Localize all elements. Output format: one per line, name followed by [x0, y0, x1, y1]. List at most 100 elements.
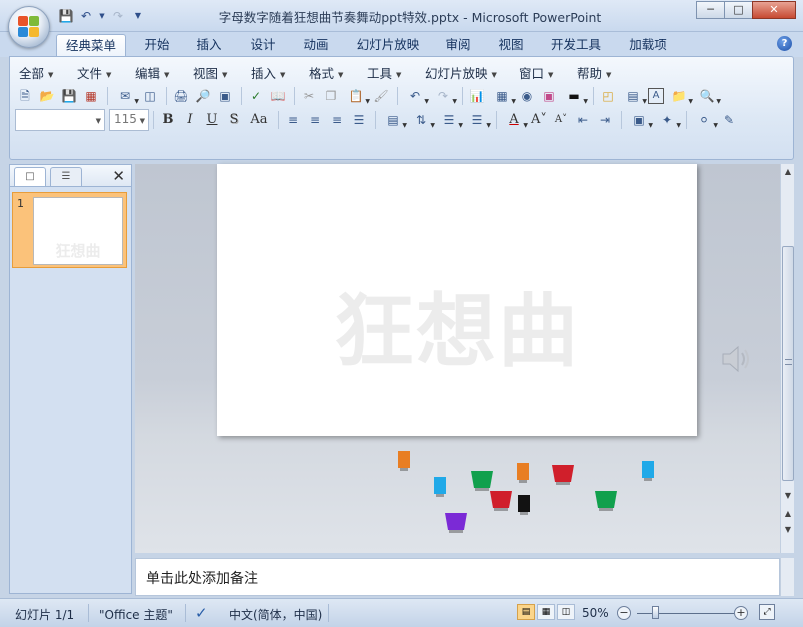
- align-right-icon[interactable]: ≡: [327, 110, 347, 130]
- close-button[interactable]: ✕: [752, 1, 796, 19]
- grow-font-icon[interactable]: A˅: [529, 110, 549, 130]
- font-name-combo[interactable]: ▼: [15, 109, 105, 131]
- tab-view[interactable]: 视图: [490, 34, 532, 57]
- tab-addins[interactable]: 加载项: [622, 34, 674, 57]
- undo-icon[interactable]: ↶ ▼: [402, 86, 429, 106]
- align-center-icon[interactable]: ≡: [305, 110, 325, 130]
- tab-classic-menu[interactable]: 经典菜单: [56, 34, 126, 57]
- menu-help[interactable]: 帮助 ▼: [577, 63, 611, 82]
- orange-cup-shape[interactable]: [397, 450, 411, 472]
- copy-icon[interactable]: ❐: [321, 86, 341, 106]
- minimize-button[interactable]: ─: [696, 1, 725, 19]
- red-cup-shape[interactable]: [489, 490, 513, 514]
- blue-cup-shape[interactable]: [641, 460, 655, 482]
- menu-slideshow[interactable]: 幻灯片放映 ▼: [425, 63, 497, 82]
- tab-review[interactable]: 审阅: [437, 34, 479, 57]
- zoom-out-icon[interactable]: −: [617, 606, 631, 620]
- bullets-icon[interactable]: ☰ ▼: [464, 110, 491, 130]
- chart-icon[interactable]: 📊: [467, 86, 487, 106]
- quick-styles-icon[interactable]: ✦ ▼: [654, 110, 681, 130]
- text-direction-icon[interactable]: ⇅ ▼: [408, 110, 435, 130]
- redo-icon[interactable]: ↷ ▼: [430, 86, 457, 106]
- redo-icon[interactable]: ↷: [110, 8, 126, 24]
- menu-edit[interactable]: 编辑 ▼: [135, 63, 169, 82]
- shadow-button[interactable]: S: [224, 110, 244, 130]
- slide-canvas[interactable]: 狂想曲: [217, 164, 697, 436]
- cut-icon[interactable]: ✂: [299, 86, 319, 106]
- save-icon[interactable]: 💾: [58, 8, 74, 24]
- menu-all[interactable]: 全部 ▼: [19, 63, 53, 82]
- zoom-icon[interactable]: 🔍 ▼: [694, 86, 721, 106]
- slide-thumbnail[interactable]: 狂想曲: [33, 197, 123, 265]
- open-icon[interactable]: 📂: [37, 86, 57, 106]
- print-preview-icon[interactable]: 🔎: [193, 86, 213, 106]
- menu-format[interactable]: 格式 ▼: [309, 63, 343, 82]
- green-cup-shape[interactable]: [594, 490, 618, 514]
- help-icon[interactable]: ?: [777, 36, 792, 51]
- change-case-button[interactable]: Aa: [246, 110, 272, 130]
- shape-outline-icon[interactable]: ✎: [719, 110, 739, 130]
- numbering-icon[interactable]: ☰ ▼: [436, 110, 463, 130]
- black-cup-shape[interactable]: [517, 494, 531, 516]
- menu-tools[interactable]: 工具 ▼: [367, 63, 401, 82]
- save-icon[interactable]: 💾: [59, 86, 79, 106]
- slides-tab[interactable]: □: [14, 167, 46, 186]
- office-button[interactable]: [8, 6, 50, 48]
- undo-dropdown-icon[interactable]: ▼: [98, 8, 106, 24]
- slide-title[interactable]: 狂想曲: [217, 292, 697, 372]
- justify-icon[interactable]: ☰: [349, 110, 369, 130]
- tab-slideshow[interactable]: 幻灯片放映: [350, 34, 426, 57]
- maximize-button[interactable]: □: [724, 1, 753, 19]
- print-icon[interactable]: 🖨: [171, 86, 191, 106]
- publish-icon[interactable]: ◫: [140, 86, 160, 106]
- tab-developer[interactable]: 开发工具: [545, 34, 607, 57]
- menu-window[interactable]: 窗口 ▼: [519, 63, 553, 82]
- tab-design[interactable]: 设计: [242, 34, 284, 57]
- notes-scrollbar[interactable]: [780, 558, 794, 596]
- tab-insert[interactable]: 插入: [188, 34, 230, 57]
- theme-status[interactable]: "Office 主题": [99, 606, 173, 623]
- new-slide-icon[interactable]: ◰: [598, 86, 618, 106]
- format-painter-icon[interactable]: 🖌: [371, 86, 391, 106]
- zoom-slider-thumb[interactable]: [652, 606, 659, 619]
- spelling-icon[interactable]: ✓: [246, 86, 266, 106]
- clipart-icon[interactable]: ◉: [517, 86, 537, 106]
- bold-button[interactable]: B: [158, 110, 178, 130]
- next-slide-icon[interactable]: ▼: [781, 522, 795, 538]
- scrollbar-thumb[interactable]: [782, 246, 794, 481]
- zoom-level[interactable]: 50%: [582, 606, 609, 620]
- email-icon[interactable]: ✉ ▼: [112, 86, 139, 106]
- picture-icon[interactable]: ▣: [539, 86, 559, 106]
- slide-thumbnail-selected[interactable]: 1 狂想曲: [12, 192, 127, 268]
- spell-check-icon[interactable]: ✓: [195, 604, 208, 622]
- purple-cup-shape[interactable]: [444, 512, 468, 536]
- menu-view[interactable]: 视图 ▼: [193, 63, 227, 82]
- customize-qat-icon[interactable]: ▼: [130, 8, 146, 24]
- shape-fill-icon[interactable]: ⚪ ▼: [691, 110, 718, 130]
- language-status[interactable]: 中文(简体，中国): [229, 606, 322, 623]
- font-color-icon[interactable]: A ▼: [501, 110, 528, 130]
- blue-cup-shape[interactable]: [433, 476, 447, 498]
- line-color-icon[interactable]: ▬ ▼: [561, 86, 588, 106]
- red-cup-shape[interactable]: [551, 464, 575, 488]
- undo-icon[interactable]: ↶: [78, 8, 94, 24]
- permission-icon[interactable]: ▦: [81, 86, 101, 106]
- textbox-icon[interactable]: A: [648, 88, 664, 104]
- notes-pane[interactable]: 单击此处添加备注: [135, 558, 780, 596]
- panel-close-icon[interactable]: ✕: [112, 167, 125, 185]
- scroll-down-icon[interactable]: ▼: [781, 488, 795, 504]
- layout-icon[interactable]: ▤ ▼: [620, 86, 647, 106]
- increase-indent-icon[interactable]: ⇥: [595, 110, 615, 130]
- underline-button[interactable]: U: [202, 110, 222, 130]
- previous-slide-icon[interactable]: ▲: [781, 506, 795, 522]
- arrange-icon[interactable]: ▣ ▼: [626, 110, 653, 130]
- folder-icon[interactable]: 📁 ▼: [666, 86, 693, 106]
- tab-home[interactable]: 开始: [136, 34, 178, 57]
- slide-view-icon[interactable]: ▣: [215, 86, 235, 106]
- shrink-font-icon[interactable]: A˅: [551, 110, 571, 130]
- align-left-icon[interactable]: ≡: [283, 110, 303, 130]
- font-size-combo[interactable]: 115 ▼: [109, 109, 149, 131]
- table-icon[interactable]: ▦ ▼: [489, 86, 516, 106]
- speaker-icon[interactable]: [720, 342, 754, 376]
- slide-sorter-icon[interactable]: ▦: [537, 604, 555, 620]
